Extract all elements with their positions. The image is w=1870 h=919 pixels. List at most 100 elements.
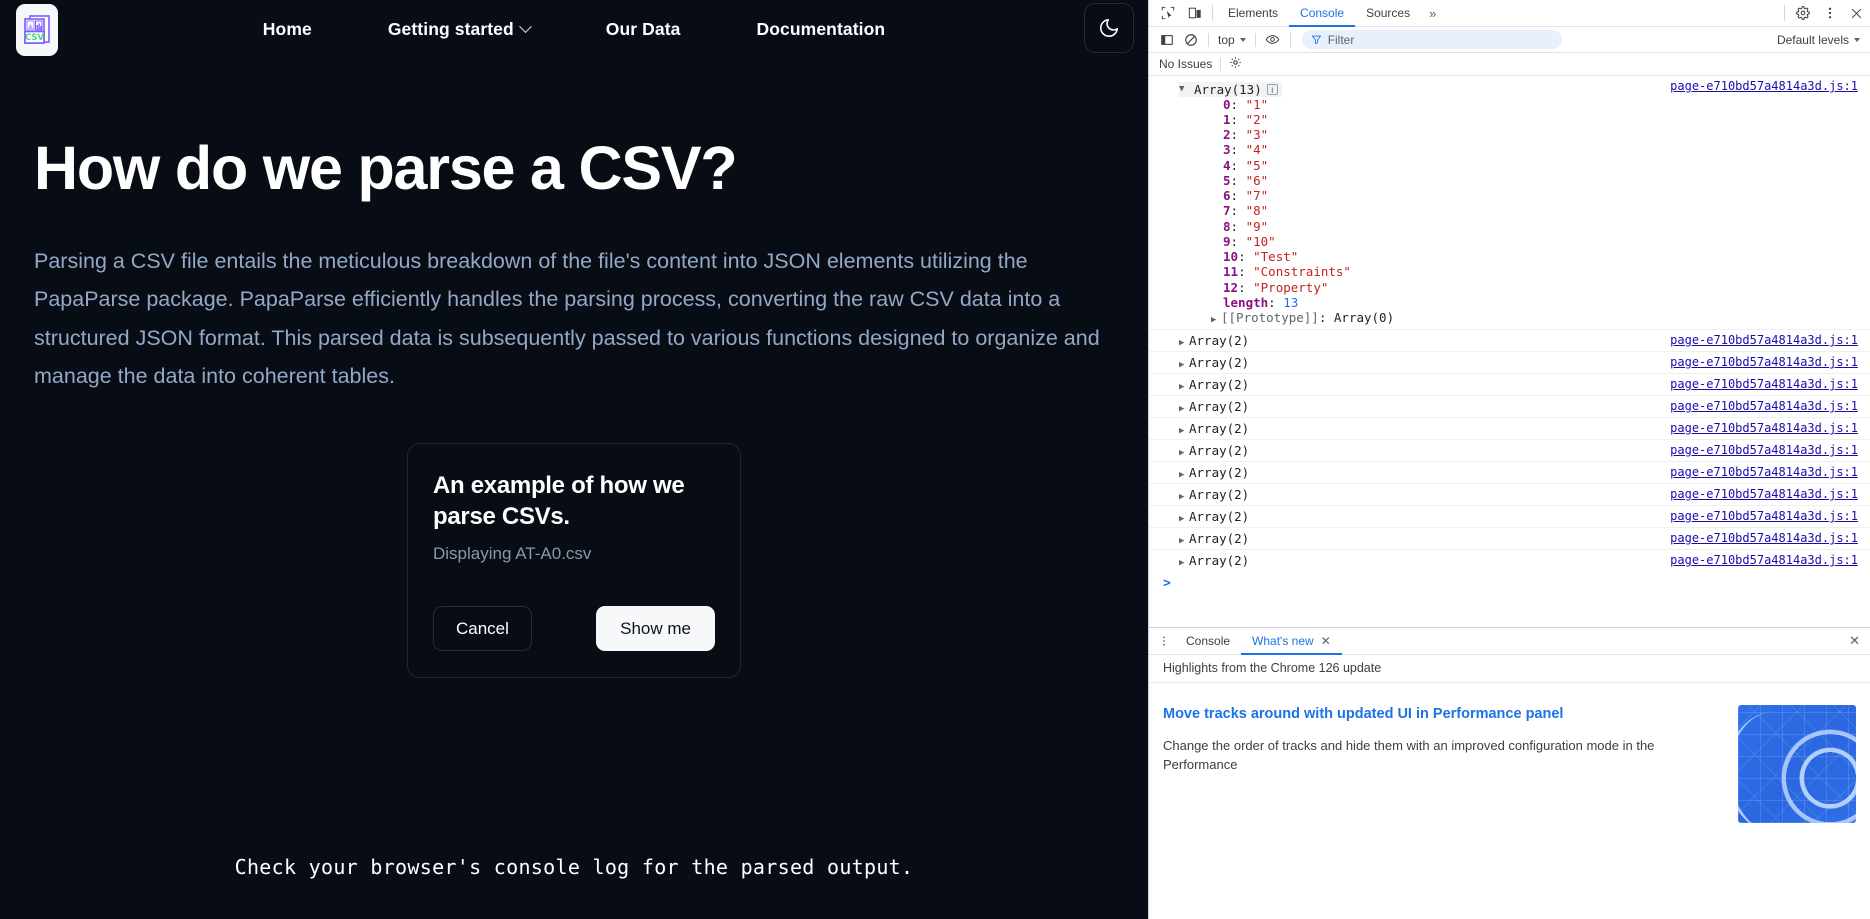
more-tabs-button[interactable]: »: [1421, 0, 1444, 26]
csv-file-icon: CSV: [24, 15, 50, 44]
nav-item-getting-started[interactable]: Getting started: [388, 11, 532, 48]
console-sidebar-toggle[interactable]: [1155, 30, 1179, 50]
array-label: Array(2): [1189, 464, 1250, 480]
array-item-value: "Constraints": [1253, 264, 1351, 280]
console-log-content: Array(2): [1149, 399, 1670, 414]
console-filter-input[interactable]: Filter: [1301, 30, 1562, 49]
console-settings-button[interactable]: [1229, 56, 1242, 72]
site-logo[interactable]: CSV: [16, 4, 58, 56]
devtools-close-button[interactable]: [1843, 0, 1870, 26]
array-label: Array(2): [1189, 376, 1250, 392]
array-item-key: 9: [1223, 233, 1231, 249]
console-log-entry[interactable]: Array(2) page-e710bd57a4814a3d.js:1: [1149, 374, 1870, 396]
prototype-row[interactable]: [[Prototype]]: Array(0): [1179, 310, 1670, 326]
disclosure-triangle-closed-icon[interactable]: [1179, 360, 1189, 370]
log-source-link[interactable]: page-e710bd57a4814a3d.js:1: [1670, 487, 1870, 501]
console-log-entry[interactable]: Array(2) page-e710bd57a4814a3d.js:1: [1149, 396, 1870, 418]
close-icon: [1851, 8, 1862, 18]
cancel-button[interactable]: Cancel: [433, 605, 532, 651]
live-expression-button[interactable]: [1261, 30, 1285, 50]
devtools-kebab-button[interactable]: [1816, 0, 1843, 26]
disclosure-triangle-closed-icon[interactable]: [1211, 315, 1221, 326]
nav-item-our-data[interactable]: Our Data: [606, 11, 681, 48]
clear-console-button[interactable]: [1179, 30, 1203, 50]
array-item: 2: "3": [1223, 127, 1269, 142]
log-source-link[interactable]: page-e710bd57a4814a3d.js:1: [1670, 553, 1870, 567]
device-toolbar-icon: [1188, 7, 1201, 19]
log-source-link[interactable]: page-e710bd57a4814a3d.js:1: [1670, 443, 1870, 457]
array-item-value: "10": [1245, 233, 1276, 249]
whats-new-article-title[interactable]: Move tracks around with updated UI in Pe…: [1163, 705, 1724, 724]
log-source-link[interactable]: page-e710bd57a4814a3d.js:1: [1670, 79, 1870, 93]
array-header-row[interactable]: Array(13) i: [1179, 79, 1670, 97]
disclosure-triangle-closed-icon[interactable]: [1179, 514, 1189, 524]
chevron-down-icon: [1239, 37, 1246, 42]
console-log-entry[interactable]: Array(2) page-e710bd57a4814a3d.js:1: [1149, 418, 1870, 440]
whats-new-text: Move tracks around with updated UI in Pe…: [1163, 705, 1724, 823]
log-source-link[interactable]: page-e710bd57a4814a3d.js:1: [1670, 377, 1870, 391]
disclosure-triangle-closed-icon[interactable]: [1179, 338, 1189, 348]
console-log-entry[interactable]: Array(2) page-e710bd57a4814a3d.js:1: [1149, 528, 1870, 550]
tab-sources-label: Sources: [1366, 5, 1411, 20]
nav-item-documentation[interactable]: Documentation: [757, 11, 886, 48]
log-source-link[interactable]: page-e710bd57a4814a3d.js:1: [1670, 355, 1870, 369]
show-me-button[interactable]: Show me: [596, 605, 715, 651]
log-source-link[interactable]: page-e710bd57a4814a3d.js:1: [1670, 509, 1870, 523]
console-log-list[interactable]: Array(13) i 0: "1" 1: "2" 2: "3" 3: "4" …: [1149, 76, 1870, 627]
disclosure-triangle-open-icon[interactable]: [1179, 84, 1189, 94]
disclosure-triangle-closed-icon[interactable]: [1179, 426, 1189, 436]
drawer-close-button[interactable]: ✕: [1839, 633, 1870, 649]
execution-context-selector[interactable]: top: [1214, 33, 1250, 47]
disclosure-triangle-closed-icon[interactable]: [1179, 558, 1189, 568]
disclosure-triangle-closed-icon[interactable]: [1179, 536, 1189, 546]
console-log-entry[interactable]: Array(2) page-e710bd57a4814a3d.js:1: [1149, 440, 1870, 462]
console-log-entry[interactable]: Array(2) page-e710bd57a4814a3d.js:1: [1149, 462, 1870, 484]
execution-context-label: top: [1218, 32, 1235, 47]
console-log-entry[interactable]: Array(2) page-e710bd57a4814a3d.js:1: [1149, 550, 1870, 571]
disclosure-triangle-closed-icon[interactable]: [1179, 448, 1189, 458]
log-source-link[interactable]: page-e710bd57a4814a3d.js:1: [1670, 465, 1870, 479]
array-item: 1: "2": [1223, 111, 1269, 127]
drawer-tab-console[interactable]: Console: [1175, 629, 1241, 655]
console-log-entry[interactable]: Array(2) page-e710bd57a4814a3d.js:1: [1149, 484, 1870, 506]
devtools-settings-button[interactable]: [1789, 0, 1816, 26]
array-item-value: "4": [1245, 142, 1269, 158]
array-label: Array(2): [1189, 398, 1250, 414]
nav-item-home-label: Home: [262, 18, 312, 39]
hero-paragraph: Parsing a CSV file entails the meticulou…: [34, 249, 1100, 388]
log-source-link[interactable]: page-e710bd57a4814a3d.js:1: [1670, 531, 1870, 545]
log-levels-selector[interactable]: Default levels: [1777, 33, 1864, 47]
tab-sources[interactable]: Sources: [1355, 0, 1421, 27]
drawer-tab-close-icon[interactable]: ✕: [1321, 634, 1331, 648]
log-source-link[interactable]: page-e710bd57a4814a3d.js:1: [1670, 333, 1870, 347]
log-source-link[interactable]: page-e710bd57a4814a3d.js:1: [1670, 399, 1870, 413]
drawer-kebab-button[interactable]: [1153, 635, 1175, 647]
console-sidebar-icon: [1161, 34, 1173, 45]
console-log-entry[interactable]: Array(2) page-e710bd57a4814a3d.js:1: [1149, 352, 1870, 374]
disclosure-triangle-closed-icon[interactable]: [1179, 470, 1189, 480]
console-log-entry[interactable]: Array(2) page-e710bd57a4814a3d.js:1: [1149, 330, 1870, 352]
disclosure-triangle-closed-icon[interactable]: [1179, 382, 1189, 392]
drawer-tab-whats-new[interactable]: What's new ✕: [1241, 629, 1342, 655]
array-item-key: 6: [1223, 188, 1231, 203]
console-log-content: Array(2): [1149, 421, 1670, 436]
console-log-content: Array(2): [1149, 553, 1670, 568]
nav-item-home[interactable]: Home: [263, 11, 312, 48]
tab-elements[interactable]: Elements: [1217, 0, 1289, 27]
inspect-element-button[interactable]: [1154, 0, 1181, 26]
disclosure-triangle-closed-icon[interactable]: [1179, 404, 1189, 414]
tabbar-divider-right: [1784, 5, 1785, 21]
tab-console[interactable]: Console: [1289, 0, 1356, 27]
log-source-link[interactable]: page-e710bd57a4814a3d.js:1: [1670, 421, 1870, 435]
info-badge[interactable]: i: [1266, 83, 1278, 95]
console-prompt[interactable]: >: [1149, 571, 1870, 591]
devtools-panel: Elements Console Sources » top Filter De…: [1148, 0, 1870, 919]
disclosure-triangle-closed-icon[interactable]: [1179, 492, 1189, 502]
dark-mode-toggle-button[interactable]: [1084, 3, 1134, 53]
device-toolbar-button[interactable]: [1181, 0, 1208, 26]
primary-nav: Home Getting started Our Data Documentat…: [0, 11, 1148, 48]
array-item-key: 10: [1223, 249, 1239, 264]
console-log-entry-expanded[interactable]: Array(13) i 0: "1" 1: "2" 2: "3" 3: "4" …: [1149, 76, 1870, 330]
console-log-entry[interactable]: Array(2) page-e710bd57a4814a3d.js:1: [1149, 506, 1870, 528]
array-item: 6: "7": [1223, 188, 1269, 203]
